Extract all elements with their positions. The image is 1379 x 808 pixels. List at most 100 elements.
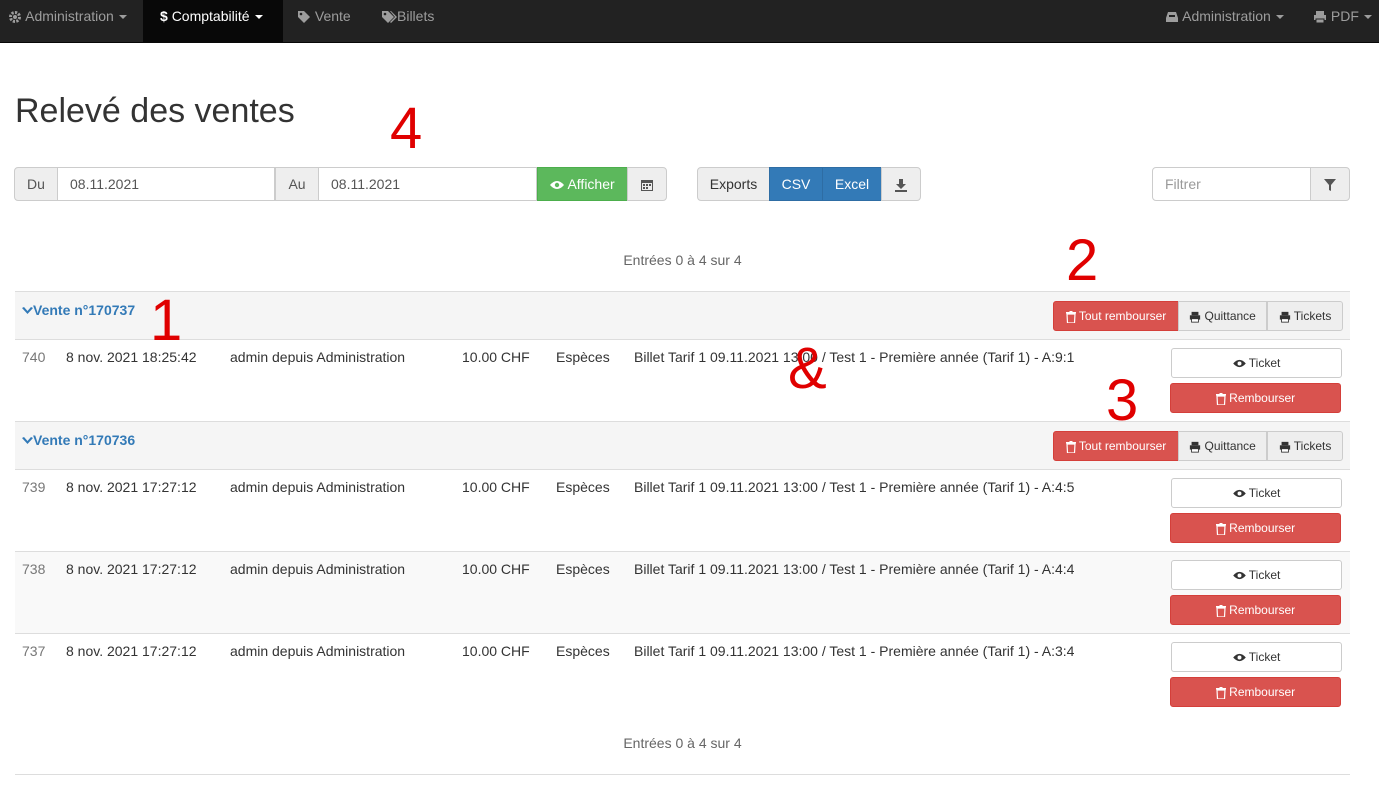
eye-icon <box>1232 654 1246 662</box>
nav-administration-label: Administration <box>25 8 114 24</box>
row-id: 740 <box>22 349 46 365</box>
refund-button[interactable]: Rembourser <box>1170 513 1341 543</box>
sale-title-link[interactable]: Vente n°170736 <box>22 432 135 448</box>
sale-title-link[interactable]: Vente n°170737 <box>22 302 135 318</box>
top-navbar: Administration $ Comptabilité Vente Bill… <box>0 0 1379 43</box>
print-icon <box>1314 11 1326 24</box>
annotation-ampersand: & <box>788 336 827 401</box>
row-amount: 10.00 CHF <box>462 643 530 659</box>
refund-label: Rembourser <box>1229 521 1296 535</box>
gear-icon <box>9 11 21 24</box>
tickets-button[interactable]: Tickets <box>1267 431 1343 461</box>
eye-icon <box>550 181 565 190</box>
table-row: 737 8 nov. 2021 17:27:12 admin depuis Ad… <box>15 633 1350 715</box>
table-row: 740 8 nov. 2021 18:25:42 admin depuis Ad… <box>15 339 1350 421</box>
ticket-button[interactable]: Ticket <box>1171 560 1342 590</box>
print-icon <box>1279 311 1290 323</box>
to-date-input[interactable]: 08.11.2021 <box>318 167 537 201</box>
refund-button[interactable]: Rembourser <box>1170 677 1341 707</box>
ticket-button[interactable]: Ticket <box>1171 642 1342 672</box>
receipt-button[interactable]: Quittance <box>1178 301 1267 331</box>
nav-admin-right[interactable]: Administration <box>1165 0 1284 43</box>
annotation-1: 1 <box>150 288 183 353</box>
row-amount: 10.00 CHF <box>462 561 530 577</box>
refund-label: Rembourser <box>1229 685 1296 699</box>
tickets-label: Tickets <box>1293 309 1332 323</box>
row-amount: 10.00 CHF <box>462 349 530 365</box>
annotation-4: 4 <box>390 96 423 161</box>
refund-label: Rembourser <box>1229 603 1296 617</box>
trash-icon <box>1215 392 1226 405</box>
receipt-label: Quittance <box>1204 439 1256 453</box>
nav-pdf[interactable]: PDF <box>1313 0 1372 43</box>
chevron-down-icon <box>1275 15 1284 20</box>
refund-all-button[interactable]: Tout rembourser <box>1053 301 1179 331</box>
ticket-button[interactable]: Ticket <box>1171 348 1342 378</box>
nav-billets-label: Billets <box>397 8 435 24</box>
row-date: 8 nov. 2021 17:27:12 <box>66 561 197 577</box>
exports-label: Exports <box>697 167 770 201</box>
ticket-label: Ticket <box>1248 486 1281 500</box>
receipt-label: Quittance <box>1204 309 1256 323</box>
nav-vente[interactable]: Vente <box>297 0 351 43</box>
calendar-button[interactable] <box>627 167 667 201</box>
row-item: Billet Tarif 1 09.11.2021 13:00 / Test 1… <box>634 479 1075 495</box>
trash-icon <box>1215 686 1226 699</box>
eye-icon <box>1232 572 1246 580</box>
table-row: 738 8 nov. 2021 17:27:12 admin depuis Ad… <box>15 551 1350 633</box>
filter-input[interactable]: Filtrer <box>1152 167 1311 201</box>
show-button-label: Afficher <box>567 176 615 192</box>
sale-title: Vente n°170737 <box>33 302 136 318</box>
row-user: admin depuis Administration <box>230 643 406 659</box>
download-button[interactable] <box>881 167 921 201</box>
tags-icon <box>382 11 397 24</box>
from-date-input[interactable]: 08.11.2021 <box>57 167 275 201</box>
ticket-label: Ticket <box>1248 568 1281 582</box>
tickets-button[interactable]: Tickets <box>1267 301 1343 331</box>
chevron-down-icon <box>254 15 263 20</box>
row-payment: Espèces <box>556 349 610 365</box>
filter-button[interactable] <box>1310 167 1350 201</box>
eye-icon <box>1232 490 1246 498</box>
nav-pdf-label: PDF <box>1330 8 1359 24</box>
eye-icon <box>1232 360 1246 368</box>
nav-vente-label: Vente <box>314 8 351 24</box>
pagination-info-bottom: Entrées 0 à 4 sur 4 <box>623 735 742 751</box>
refund-button[interactable]: Rembourser <box>1170 383 1341 413</box>
refund-all-button[interactable]: Tout rembourser <box>1053 431 1179 461</box>
refund-button[interactable]: Rembourser <box>1170 595 1341 625</box>
ticket-label: Ticket <box>1248 356 1281 370</box>
download-icon <box>895 179 907 193</box>
refund-all-label: Tout rembourser <box>1078 439 1167 453</box>
excel-button[interactable]: Excel <box>822 167 882 201</box>
row-id: 738 <box>22 561 46 577</box>
filter-icon <box>1324 178 1336 191</box>
tag-icon <box>298 11 310 24</box>
nav-administration[interactable]: Administration <box>8 0 127 43</box>
nav-billets[interactable]: Billets <box>381 0 434 43</box>
ticket-button[interactable]: Ticket <box>1171 478 1342 508</box>
row-item: Billet Tarif 1 09.11.2021 13:00 / Test 1… <box>634 643 1075 659</box>
print-icon <box>1189 441 1201 453</box>
from-label: Du <box>14 167 58 201</box>
calendar-icon <box>641 180 653 192</box>
page-title: Relevé des ventes <box>15 92 295 130</box>
trash-icon <box>1215 522 1226 535</box>
row-payment: Espèces <box>556 643 610 659</box>
refund-all-label: Tout rembourser <box>1078 309 1167 323</box>
row-user: admin depuis Administration <box>230 561 406 577</box>
annotation-2: 2 <box>1066 228 1099 293</box>
sale-group-header: Vente n°170736 Tout rembourser Quittance… <box>15 421 1350 469</box>
print-icon <box>1279 441 1290 453</box>
csv-button[interactable]: CSV <box>769 167 823 201</box>
row-id: 737 <box>22 643 46 659</box>
receipt-button[interactable]: Quittance <box>1178 431 1267 461</box>
nav-comptabilite[interactable]: $ Comptabilité <box>143 0 283 43</box>
row-user: admin depuis Administration <box>230 349 406 365</box>
trash-icon <box>1065 440 1076 453</box>
chevron-down-icon <box>118 15 127 20</box>
print-icon <box>1189 311 1201 323</box>
show-button[interactable]: Afficher <box>537 167 628 201</box>
row-user: admin depuis Administration <box>230 479 406 495</box>
nav-admin-right-label: Administration <box>1182 8 1271 24</box>
